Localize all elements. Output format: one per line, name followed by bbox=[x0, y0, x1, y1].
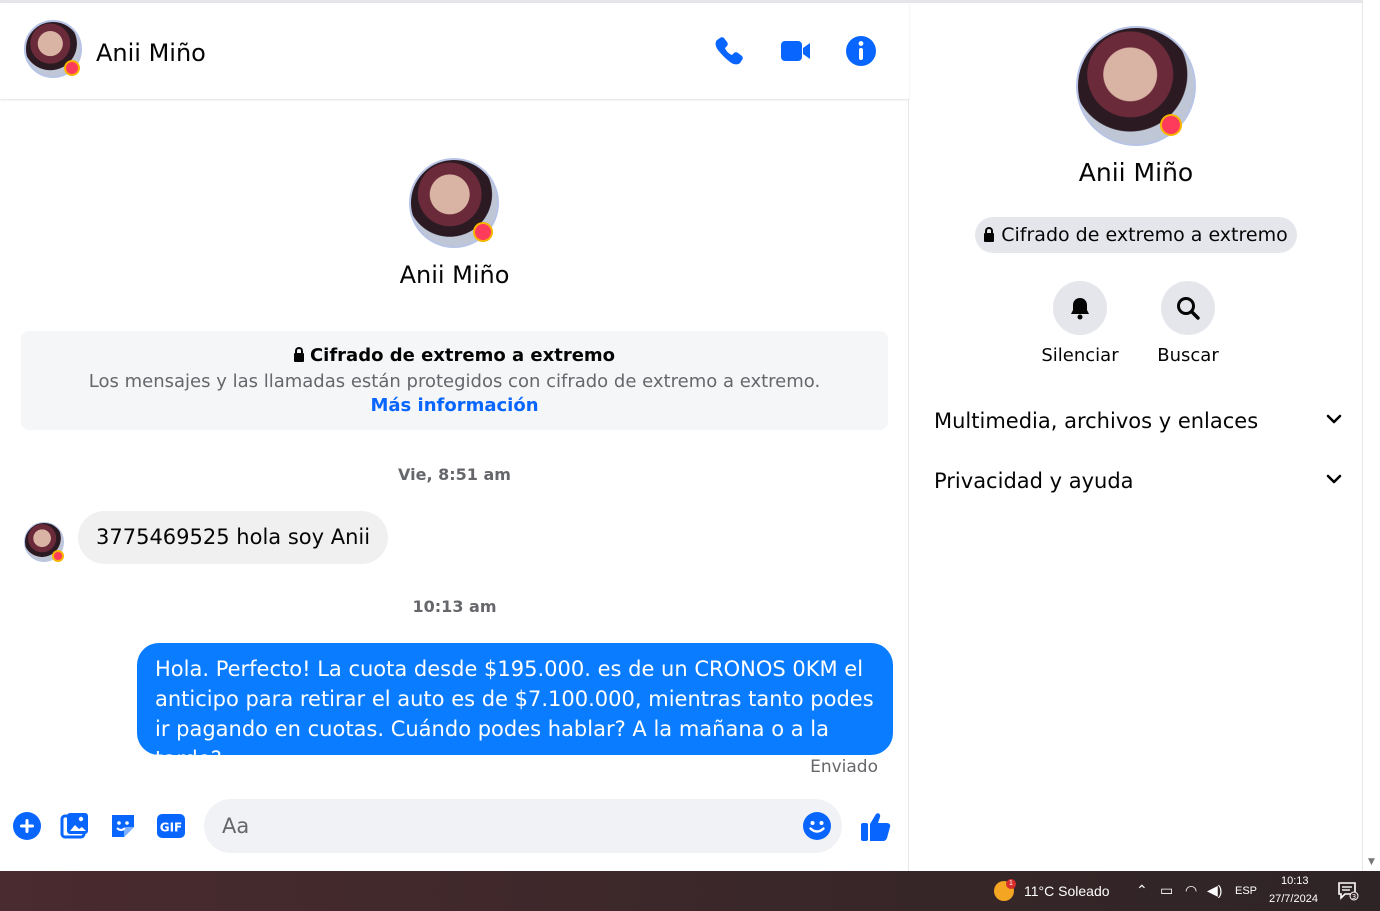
section-label: Multimedia, archivos y enlaces bbox=[934, 409, 1259, 433]
video-camera-icon[interactable] bbox=[777, 33, 813, 69]
timestamp: Vie, 8:51 am bbox=[398, 465, 511, 484]
intro-name: Anii Miño bbox=[399, 261, 510, 289]
phone-icon[interactable] bbox=[711, 33, 747, 69]
image-icon[interactable] bbox=[60, 811, 90, 841]
sticker-icon[interactable] bbox=[108, 811, 138, 841]
e2e-text: Los mensajes y las llamadas están proteg… bbox=[75, 370, 835, 418]
message-input-wrapper[interactable] bbox=[204, 799, 842, 853]
mute-label: Silenciar bbox=[1041, 345, 1119, 366]
thumbs-up-icon[interactable] bbox=[859, 809, 893, 843]
gif-icon[interactable]: GIF bbox=[156, 811, 186, 841]
hearts-icon bbox=[66, 62, 78, 74]
chat-header: Anii Miño bbox=[0, 3, 909, 99]
bell-icon[interactable] bbox=[1053, 281, 1107, 335]
weather-badge: 1 bbox=[1006, 879, 1016, 889]
contact-avatar[interactable] bbox=[24, 20, 82, 78]
hearts-icon bbox=[54, 552, 62, 560]
section-label: Privacidad y ayuda bbox=[934, 469, 1134, 493]
lock-icon bbox=[984, 226, 995, 242]
meet-now-icon[interactable]: ▭ bbox=[1160, 882, 1173, 899]
hearts-icon bbox=[1162, 116, 1180, 134]
chat-pane: Anii Miño Anii Miño Cifrado de extremo a… bbox=[0, 3, 909, 871]
windows-taskbar: 1 11°C Soleado ⌃ ▭ ◠ ◀) ESP 10:13 27/7/2… bbox=[0, 871, 1380, 911]
incoming-message[interactable]: 3775469525 hola soy Anii bbox=[78, 511, 389, 564]
message-input[interactable] bbox=[222, 799, 792, 853]
chevron-up-icon[interactable]: ⌃ bbox=[1136, 882, 1148, 899]
info-icon[interactable] bbox=[843, 33, 879, 69]
notification-count: 3 bbox=[1352, 893, 1356, 901]
e2e-description: Los mensajes y las llamadas están proteg… bbox=[88, 371, 821, 392]
mute-button[interactable]: Silenciar bbox=[1035, 281, 1125, 366]
more-info-link[interactable]: Más información bbox=[370, 395, 538, 416]
contact-name[interactable]: Anii Miño bbox=[96, 39, 206, 67]
clock-date[interactable]: 27/7/2024 bbox=[1269, 893, 1318, 905]
messenger-window: Anii Miño Anii Miño Cifrado de extremo a… bbox=[0, 0, 1380, 871]
gif-label: GIF bbox=[160, 821, 183, 835]
clock-time[interactable]: 10:13 bbox=[1281, 875, 1309, 887]
scroll-down-arrow-icon[interactable]: ▼ bbox=[1368, 857, 1375, 867]
conversation-info-panel: Anii Miño Cifrado de extremo a extremo S… bbox=[910, 3, 1362, 871]
plus-icon[interactable] bbox=[12, 811, 42, 841]
hearts-icon bbox=[475, 224, 491, 240]
e2e-notice: Cifrado de extremo a extremo Los mensaje… bbox=[21, 331, 888, 430]
e2e-pill[interactable]: Cifrado de extremo a extremo bbox=[975, 217, 1297, 253]
wifi-icon[interactable]: ◠ bbox=[1185, 882, 1197, 899]
chevron-down-icon bbox=[1324, 469, 1344, 494]
lock-icon bbox=[293, 347, 304, 362]
search-icon[interactable] bbox=[1161, 281, 1215, 335]
language-indicator[interactable]: ESP bbox=[1235, 885, 1257, 897]
info-avatar[interactable] bbox=[1076, 26, 1196, 146]
search-button[interactable]: Buscar bbox=[1143, 281, 1233, 366]
e2e-title: Cifrado de extremo a extremo bbox=[21, 345, 888, 366]
notification-center-icon[interactable]: 3 bbox=[1337, 881, 1359, 901]
intro-avatar[interactable] bbox=[409, 158, 499, 248]
volume-icon[interactable]: ◀) bbox=[1207, 882, 1222, 899]
e2e-title-text: Cifrado de extremo a extremo bbox=[309, 345, 616, 366]
section-privacy-help[interactable]: Privacidad y ayuda bbox=[934, 461, 1344, 501]
scrollbar[interactable]: ▼ bbox=[1362, 0, 1380, 871]
info-contact-name: Anii Miño bbox=[1078, 158, 1194, 187]
e2e-pill-label: Cifrado de extremo a extremo bbox=[1001, 224, 1288, 246]
section-media-files-links[interactable]: Multimedia, archivos y enlaces bbox=[934, 401, 1344, 441]
weather-text[interactable]: 11°C Soleado bbox=[1024, 883, 1110, 899]
emoji-icon[interactable] bbox=[802, 811, 832, 841]
message-avatar[interactable] bbox=[24, 522, 64, 562]
search-label: Buscar bbox=[1157, 345, 1219, 366]
timestamp: 10:13 am bbox=[412, 597, 497, 616]
message-status: Enviado bbox=[810, 757, 878, 777]
composer: GIF bbox=[0, 793, 909, 855]
chevron-down-icon bbox=[1324, 409, 1344, 434]
outgoing-message[interactable]: Hola. Perfecto! La cuota desde $195.000.… bbox=[137, 643, 893, 771]
